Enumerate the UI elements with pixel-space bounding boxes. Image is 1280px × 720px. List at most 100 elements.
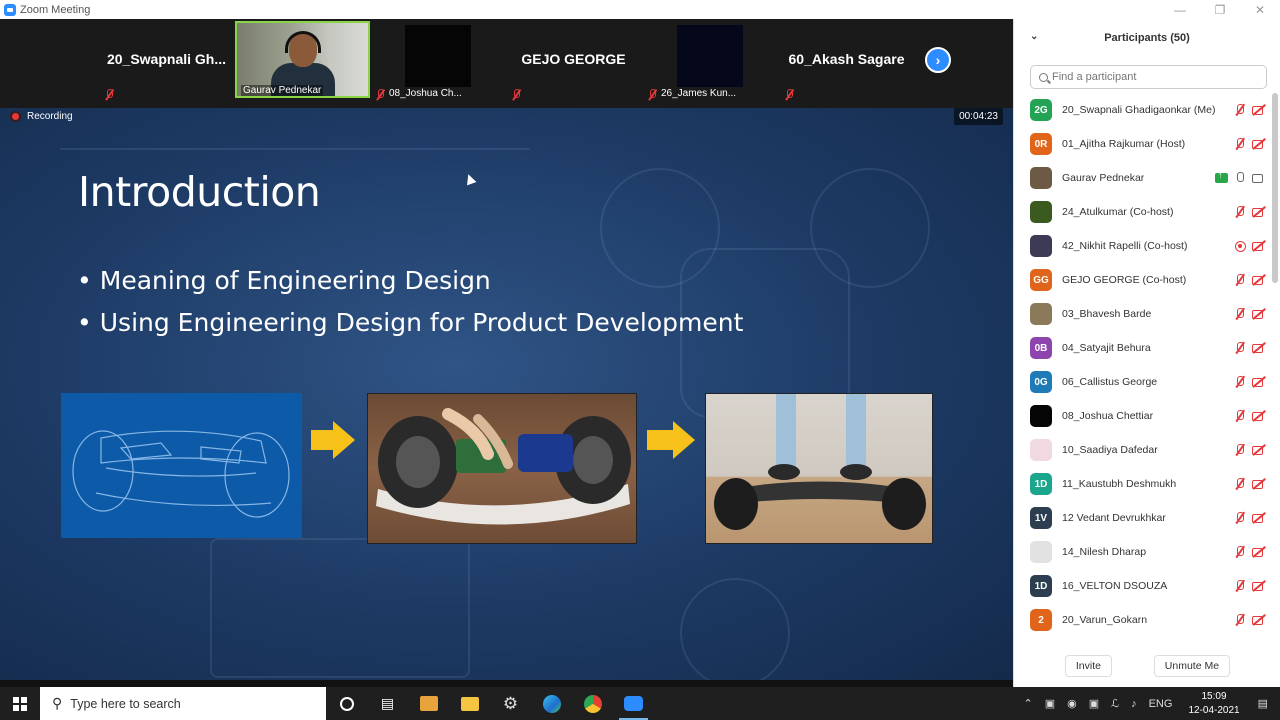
participant-tile[interactable]: 20_Swapnali Gh... <box>100 22 233 100</box>
close-icon[interactable]: ✕ <box>1240 0 1280 19</box>
clock[interactable]: 15:09 12-04-2021 <box>1188 690 1239 718</box>
slide-title: Introduction <box>78 168 321 216</box>
zoom-tray-icon[interactable]: ▣ <box>1089 697 1099 710</box>
participant-row[interactable]: 0R 01_Ajitha Rajkumar (Host) <box>1014 127 1272 161</box>
notifications-icon[interactable]: ▤ <box>1258 697 1268 710</box>
mouse-cursor-icon <box>463 172 477 186</box>
muted-mic-icon[interactable] <box>1234 512 1246 524</box>
participant-row[interactable]: GG GEJO GEORGE (Co-host) <box>1014 263 1272 297</box>
store-icon[interactable] <box>408 687 449 720</box>
chevron-down-icon[interactable]: ⌄ <box>1030 31 1038 42</box>
chrome-tray-icon[interactable]: ◉ <box>1067 697 1077 710</box>
file-explorer-icon[interactable] <box>449 687 490 720</box>
video-off-icon[interactable] <box>1252 478 1266 490</box>
video-off-icon[interactable] <box>1252 444 1266 456</box>
invite-button[interactable]: Invite <box>1064 655 1112 677</box>
video-off-icon[interactable] <box>1252 274 1266 286</box>
muted-mic-icon[interactable] <box>1234 444 1246 456</box>
recording-timer: 00:04:23 <box>954 108 1003 125</box>
participant-row[interactable]: 03_Bhavesh Barde <box>1014 297 1272 331</box>
settings-icon[interactable]: ⚙ <box>490 687 531 720</box>
video-off-icon[interactable] <box>1252 546 1266 558</box>
participant-tile[interactable]: GEJO GEORGE <box>507 22 640 100</box>
avatar <box>1030 235 1052 257</box>
participant-row[interactable]: 24_Atulkumar (Co-host) <box>1014 195 1272 229</box>
participant-row[interactable]: 2 20_Varun_Gokarn <box>1014 603 1272 637</box>
participant-name: 03_Bhavesh Barde <box>1062 308 1152 320</box>
video-off-icon[interactable] <box>1252 376 1266 388</box>
video-off-icon[interactable] <box>1252 138 1266 150</box>
muted-mic-icon <box>647 88 657 99</box>
muted-mic-icon[interactable] <box>1234 478 1246 490</box>
participant-video-gaurav[interactable]: Gaurav Pednekar <box>235 21 370 98</box>
video-off-icon[interactable] <box>1252 512 1266 524</box>
avatar <box>1030 541 1052 563</box>
show-hidden-icons-icon[interactable]: ⌃ <box>1024 697 1033 710</box>
next-page-button[interactable]: › <box>925 47 951 73</box>
muted-mic-icon[interactable] <box>1234 410 1246 422</box>
chrome-icon[interactable] <box>572 687 613 720</box>
video-off-icon[interactable] <box>1252 206 1266 218</box>
video-off-icon[interactable] <box>1252 580 1266 592</box>
hoverboard-wireframe-image <box>61 393 302 538</box>
participant-row[interactable]: 1V 12 Vedant Devrukhkar <box>1014 501 1272 535</box>
video-off-icon[interactable] <box>1252 240 1266 252</box>
participant-row[interactable]: 14_Nilesh Dharap <box>1014 535 1272 569</box>
muted-mic-icon[interactable] <box>1234 274 1246 286</box>
recording-icon <box>1235 240 1246 252</box>
muted-mic-icon[interactable] <box>1234 104 1246 116</box>
video-off-icon[interactable] <box>1252 104 1266 116</box>
muted-mic-icon[interactable] <box>1234 342 1246 354</box>
language-indicator[interactable]: ENG <box>1149 698 1173 710</box>
window-title: Zoom Meeting <box>20 3 91 16</box>
participant-row[interactable]: 1D 11_Kaustubh Deshmukh <box>1014 467 1272 501</box>
video-off-icon[interactable] <box>1252 410 1266 422</box>
avatar <box>1030 405 1052 427</box>
participant-row[interactable]: 08_Joshua Chettiar <box>1014 399 1272 433</box>
clock-time: 15:09 <box>1201 690 1227 702</box>
taskbar-apps: ▤ ⚙ <box>326 687 654 720</box>
participant-row[interactable]: 42_Nikhit Rapelli (Co-host) <box>1014 229 1272 263</box>
clock-date: 12-04-2021 <box>1188 704 1240 716</box>
participant-tile[interactable]: 60_Akash Sagare <box>780 22 913 100</box>
video-icon[interactable] <box>1252 172 1266 184</box>
participant-name: Gaurav Pednekar <box>1062 172 1145 184</box>
muted-mic-icon[interactable] <box>1234 546 1246 558</box>
muted-mic-icon[interactable] <box>1234 580 1246 592</box>
video-off-icon[interactable] <box>1252 614 1266 626</box>
zoom-taskbar-icon[interactable] <box>613 687 654 720</box>
video-off-icon[interactable] <box>1252 308 1266 320</box>
participant-name: GEJO GEORGE <box>521 51 626 67</box>
muted-mic-icon[interactable] <box>1234 138 1246 150</box>
participant-row[interactable]: Gaurav Pednekar <box>1014 161 1272 195</box>
muted-mic-icon[interactable] <box>1234 308 1246 320</box>
participant-row[interactable]: 10_Saadiya Dafedar <box>1014 433 1272 467</box>
participant-search-input[interactable]: Find a participant <box>1030 65 1267 89</box>
task-view-icon[interactable]: ▤ <box>367 687 408 720</box>
participant-row[interactable]: 2G 20_Swapnali Ghadigaonkar (Me) <box>1014 93 1272 127</box>
video-off-icon[interactable] <box>1252 342 1266 354</box>
security-icon[interactable]: ▣ <box>1045 697 1055 710</box>
cortana-icon[interactable] <box>326 687 367 720</box>
muted-mic-icon[interactable] <box>1234 376 1246 388</box>
minimize-icon[interactable]: — <box>1160 0 1200 19</box>
wifi-icon[interactable]: ℒ <box>1111 697 1119 710</box>
participant-tile[interactable]: 26_James Kun... <box>643 22 776 100</box>
participant-tile[interactable]: 08_Joshua Ch... <box>371 22 504 100</box>
taskbar-search-input[interactable]: ⚲ Type here to search <box>40 687 326 720</box>
participants-scrollbar[interactable] <box>1272 93 1278 283</box>
avatar <box>1030 167 1052 189</box>
mic-icon[interactable] <box>1234 172 1246 184</box>
edge-icon[interactable] <box>531 687 572 720</box>
start-button[interactable] <box>0 687 40 720</box>
volume-icon[interactable]: ♪ <box>1131 698 1137 710</box>
participant-row[interactable]: 0B 04_Satyajit Behura <box>1014 331 1272 365</box>
participant-row[interactable]: 1D 16_VELTON DSOUZA <box>1014 569 1272 603</box>
participant-row[interactable]: 0G 06_Callistus George <box>1014 365 1272 399</box>
muted-mic-icon <box>104 89 114 99</box>
muted-mic-icon[interactable] <box>1234 614 1246 626</box>
unmute-me-button[interactable]: Unmute Me <box>1153 655 1231 677</box>
maximize-icon[interactable]: ❐ <box>1200 0 1240 19</box>
participants-panel: ⌄ Participants (50) Find a participant 2… <box>1013 19 1280 687</box>
muted-mic-icon[interactable] <box>1234 206 1246 218</box>
